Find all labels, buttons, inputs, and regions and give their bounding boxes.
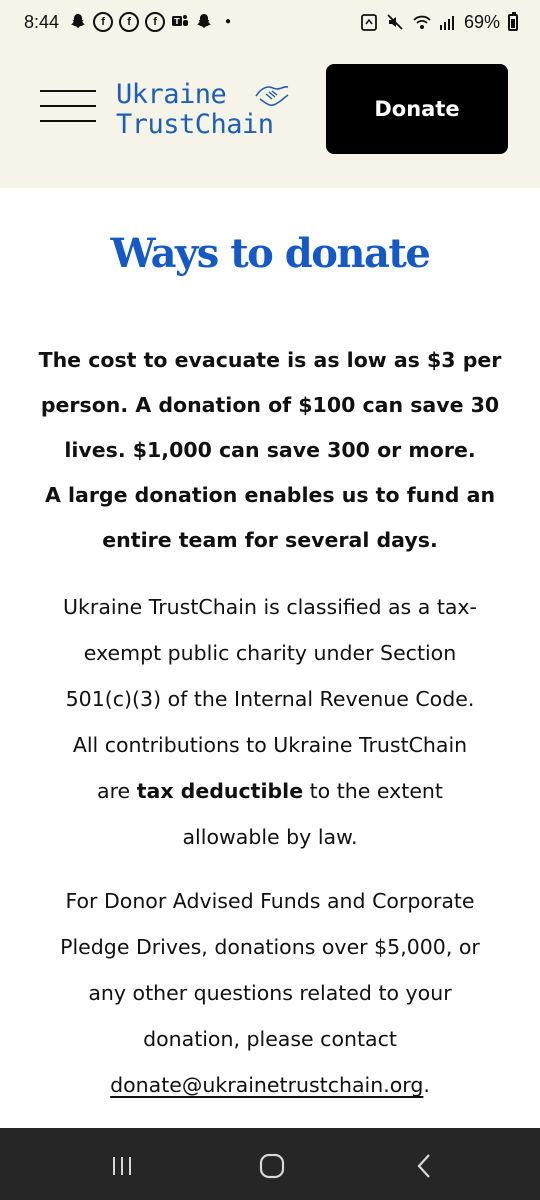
paragraph-line: allowable by law. <box>182 825 358 849</box>
handshake-icon <box>255 86 289 107</box>
battery-percent: 69% <box>463 11 500 32</box>
lead-line: person. A donation of $100 can save 30 <box>40 393 500 417</box>
status-bar: 8:44 f f f T ● 69% <box>0 0 540 44</box>
paragraph-line: exempt public charity under Section <box>83 641 457 665</box>
paragraph-line: Pledge Drives, donations over $5,000, or <box>60 935 480 959</box>
site-header: Ukraine TrustChain Donate <box>0 44 540 188</box>
system-nav-bar <box>0 1128 540 1200</box>
paragraph-line: All contributions to Ukraine TrustChain <box>72 733 468 757</box>
paragraph-line: 501(c)(3) of the Internal Revenue Code. <box>65 687 475 711</box>
mute-icon <box>386 13 404 31</box>
tax-exempt-paragraph: Ukraine TrustChain is classified as a ta… <box>24 584 516 860</box>
paragraph-text: to the extent <box>303 779 443 803</box>
home-icon[interactable] <box>242 1146 302 1186</box>
signal-icon <box>438 13 456 31</box>
facebook-icon: f <box>119 12 140 32</box>
recent-apps-icon[interactable] <box>92 1146 152 1186</box>
snapchat-icon <box>69 13 87 31</box>
paragraph-text: . <box>423 1073 430 1097</box>
site-logo[interactable]: Ukraine TrustChain <box>116 80 316 144</box>
paragraph-text: are <box>97 779 137 803</box>
main-content: Ways to donate The cost to evacuate is a… <box>0 188 540 1128</box>
more-notifications-dot-icon: ● <box>225 16 232 27</box>
facebook-icon: f <box>93 12 114 32</box>
svg-text:T: T <box>174 17 180 26</box>
lead-paragraph: The cost to evacuate is as low as $3 per… <box>24 338 516 563</box>
page-title: Ways to donate <box>110 230 431 277</box>
battery-icon <box>508 11 518 31</box>
snapchat-icon <box>195 13 213 31</box>
paragraph-line: any other questions related to your <box>88 981 452 1005</box>
paragraph-line: For Donor Advised Funds and Corporate <box>65 889 475 913</box>
logo-line-2: TrustChain <box>116 109 274 140</box>
back-icon[interactable] <box>394 1146 454 1186</box>
lead-line: lives. $1,000 can save 300 or more. <box>64 438 476 462</box>
lead-line: A large donation enables us to fund an <box>44 483 496 507</box>
donate-button[interactable]: Donate <box>326 64 508 154</box>
lead-line: entire team for several days. <box>102 528 438 552</box>
contact-paragraph: For Donor Advised Funds and Corporate Pl… <box>24 878 516 1108</box>
teams-icon: T <box>171 13 189 31</box>
donate-email-link[interactable]: donate@ukrainetrustchain.org <box>110 1073 423 1097</box>
menu-icon[interactable] <box>40 88 96 128</box>
wifi-icon <box>412 13 431 31</box>
tax-deductible-emphasis: tax deductible <box>136 779 304 803</box>
recycle-icon <box>360 13 378 31</box>
paragraph-line: Ukraine TrustChain is classified as a ta… <box>63 595 477 619</box>
paragraph-line: donation, please contact <box>143 1027 397 1051</box>
facebook-icon: f <box>145 12 166 32</box>
lead-line: The cost to evacuate is as low as $3 per <box>38 348 502 372</box>
status-time: 8:44 <box>24 11 60 32</box>
